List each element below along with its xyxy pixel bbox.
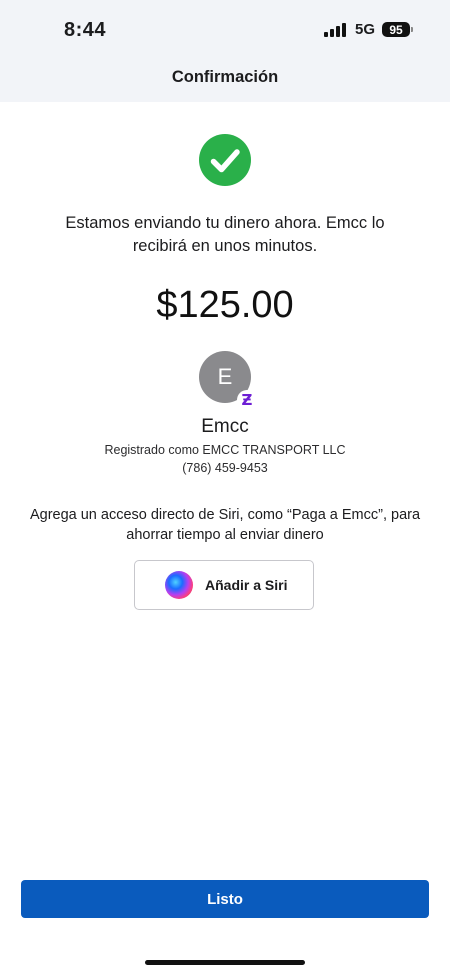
amount: $125.00 — [156, 284, 294, 326]
page-title: Confirmación — [171, 68, 279, 86]
check-circle — [199, 134, 251, 186]
battery-cap — [411, 27, 413, 32]
signal-icon — [323, 22, 348, 37]
add-to-siri-label: Añadir a Siri — [205, 577, 288, 593]
zelle-icon: Ƶ — [237, 390, 257, 410]
confirmation-message: Estamos enviando tu dinero ahora. Emcc l… — [65, 214, 385, 255]
battery-level: 95 — [389, 22, 403, 37]
recipient-name: Emcc — [201, 416, 249, 437]
status-bar: 8:44 5G 95 — [0, 0, 450, 60]
done-button-label: Listo — [207, 890, 243, 908]
recipient-phone: (786) 459-9453 — [182, 461, 268, 475]
success-check-icon — [199, 134, 251, 186]
status-indicators: 5G 95 — [323, 21, 413, 38]
done-button[interactable]: Listo — [21, 880, 429, 918]
add-to-siri-button[interactable]: Añadir a Siri — [134, 560, 314, 610]
siri-shortcut-prompt: Agrega un acceso directo de Siri, como “… — [29, 507, 421, 543]
avatar-initial: E — [217, 364, 233, 389]
battery-icon: 95 — [382, 22, 413, 37]
recipient-registered-name: Registrado como EMCC TRANSPORT LLC — [104, 443, 346, 457]
home-indicator — [145, 960, 305, 965]
network-label: 5G — [354, 21, 375, 38]
status-time: 8:44 — [64, 19, 107, 41]
siri-icon — [165, 571, 193, 599]
